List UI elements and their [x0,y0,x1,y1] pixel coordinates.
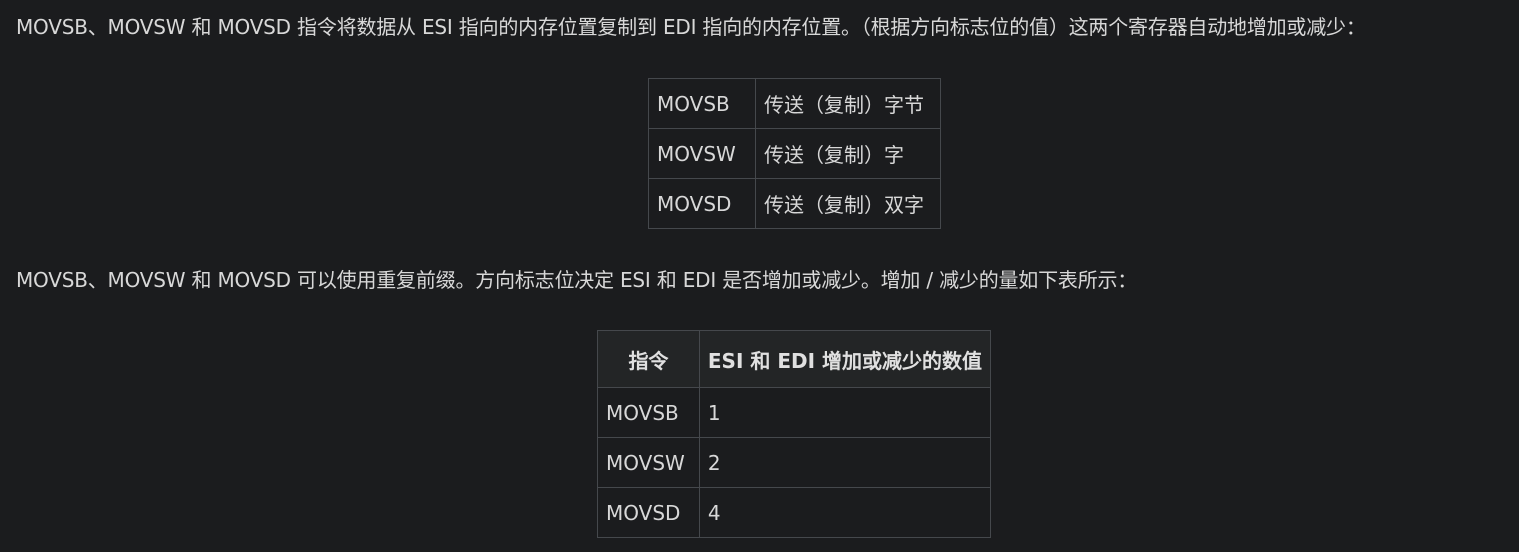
table-cell-value: 1 [698,387,992,438]
table-header-row: 指令 ESI 和 EDI 增加或减少的数值 [597,330,992,388]
instruction-description-table: MOVSB 传送（复制）字节 MOVSW 传送（复制）字 MOVSD 传送（复制… [648,78,941,229]
paragraph-intro: MOVSB、MOVSW 和 MOVSD 指令将数据从 ESI 指向的内存位置复制… [16,15,1366,39]
table-cell-value: 4 [698,487,992,538]
table-row: MOVSW 传送（复制）字 [648,128,941,179]
table-row: MOVSB 1 [597,387,992,438]
table-row: MOVSB 传送（复制）字节 [648,78,941,129]
table-cell-instruction: MOVSB [597,387,700,438]
table-row: MOVSW 2 [597,437,992,488]
paragraph-repeat-prefix: MOVSB、MOVSW 和 MOVSD 可以使用重复前缀。方向标志位决定 ESI… [16,268,1138,292]
table-cell-instruction: MOVSW [597,437,700,488]
table-header-value: ESI 和 EDI 增加或减少的数值 [698,330,992,388]
table-row: MOVSD 4 [597,487,992,538]
table-cell-instruction: MOVSD [648,178,756,229]
table-cell-instruction: MOVSW [648,128,756,179]
increment-value-table: 指令 ESI 和 EDI 增加或减少的数值 MOVSB 1 MOVSW 2 MO… [597,330,992,538]
table-cell-instruction: MOVSD [597,487,700,538]
table-header-instruction: 指令 [597,330,700,388]
table-cell-instruction: MOVSB [648,78,756,129]
table-cell-description: 传送（复制）字 [755,128,941,179]
table-cell-value: 2 [698,437,992,488]
table-row: MOVSD 传送（复制）双字 [648,178,941,229]
table-cell-description: 传送（复制）双字 [755,178,941,229]
table-cell-description: 传送（复制）字节 [755,78,941,129]
